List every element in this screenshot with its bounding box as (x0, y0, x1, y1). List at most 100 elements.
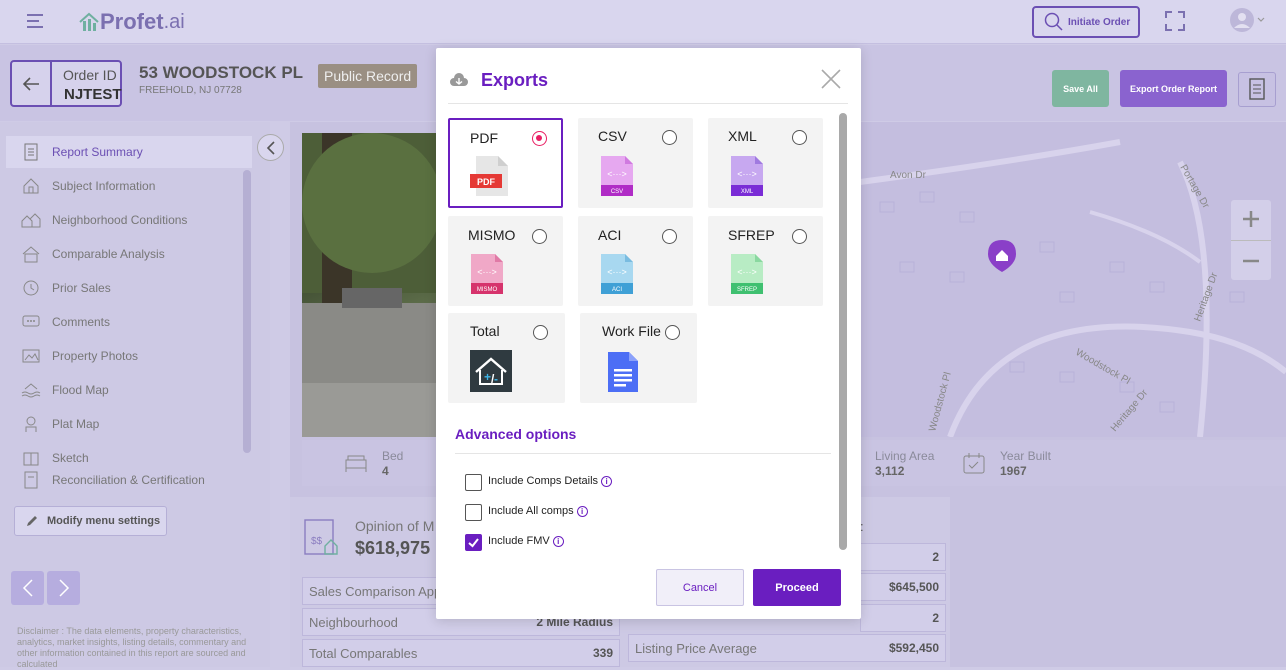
row-value: $645,500 (888, 580, 939, 594)
sidebar-item-comparable-analysis[interactable]: Comparable Analysis (6, 238, 252, 270)
sidebar-item-prior-sales[interactable]: Prior Sales (6, 272, 252, 304)
format-label: MISMO (468, 227, 516, 243)
sidebar-item-label: Property Photos (52, 349, 139, 363)
include-all-comps-checkbox[interactable] (465, 504, 482, 521)
include-fmv-checkbox[interactable] (465, 534, 482, 551)
opinion-title: Opinion of M (355, 518, 435, 534)
radio-work-file[interactable] (665, 325, 680, 340)
sidebar-item-property-photos[interactable]: Property Photos (6, 340, 252, 372)
format-card-total[interactable]: Total + / - (448, 313, 565, 403)
initiate-order-label: Initiate Order (1068, 16, 1131, 28)
sidebar-item-label: Prior Sales (52, 281, 111, 295)
format-card-xml[interactable]: XML <···> XML (708, 118, 823, 208)
radio-sfrep[interactable] (792, 229, 807, 244)
format-card-work-file[interactable]: Work File (580, 313, 697, 403)
zoom-in-button[interactable] (1241, 209, 1261, 229)
property-photo[interactable] (302, 133, 436, 437)
chevron-right-icon (58, 579, 69, 597)
modify-menu-settings-button[interactable]: Modify menu settings (14, 506, 167, 536)
fullscreen-icon[interactable] (1165, 11, 1185, 31)
svg-text:<···>: <···> (737, 169, 757, 179)
collapse-sidebar-button[interactable] (257, 134, 284, 161)
option-label: Include All comps (488, 505, 574, 517)
initiate-order-button[interactable]: Initiate Order (1032, 6, 1140, 38)
format-card-mismo[interactable]: MISMO <···> MISMO (448, 216, 563, 306)
valuation-document-icon: $$ (303, 518, 341, 558)
sidebar-item-neighborhood-conditions[interactable]: Neighborhood Conditions (6, 204, 252, 236)
sidebar-item-reconciliation[interactable]: Reconciliation & Certification (6, 464, 252, 496)
top-bar: Profet .ai Initiate Order (0, 0, 1286, 44)
previous-button[interactable] (11, 571, 44, 605)
export-order-report-button[interactable]: Export Order Report (1120, 70, 1227, 107)
document-button[interactable] (1238, 72, 1276, 107)
sidebar-item-comments[interactable]: Comments (6, 306, 252, 338)
map-pin-icon[interactable] (988, 240, 1016, 272)
sidebar-item-subject-information[interactable]: Subject Information (6, 170, 252, 202)
format-card-csv[interactable]: CSV <···> CSV (578, 118, 693, 208)
svg-text:<···>: <···> (737, 267, 757, 277)
radio-csv[interactable] (662, 130, 677, 145)
modal-scrollbar[interactable] (839, 113, 847, 550)
flood-icon (18, 380, 44, 400)
property-map[interactable]: Avon Dr Portage Dr Heritage Dr Woodstock… (860, 122, 1286, 437)
living-area-label: Living Area (875, 449, 935, 463)
sidebar-item-label: Reconciliation & Certification (52, 473, 205, 487)
sidebar-item-flood-map[interactable]: Flood Map (6, 374, 252, 406)
file-tag: MISMO (477, 287, 498, 293)
chevron-left-icon (22, 579, 33, 597)
radio-xml[interactable] (792, 130, 807, 145)
close-icon[interactable] (820, 68, 842, 90)
svg-text:<···>: <···> (607, 267, 627, 277)
sidebar-item-plat-map[interactable]: Plat Map (6, 408, 252, 440)
bed-value: 4 (382, 464, 389, 478)
logo-house-icon (79, 12, 99, 31)
exports-modal: Exports PDF PDF CSV <···> CSV XML <···> (436, 48, 861, 619)
include-all-comps-option: Include All comps i (488, 505, 588, 517)
order-id-label: Order ID (63, 67, 117, 83)
zoom-divider (1231, 240, 1271, 241)
cancel-button[interactable]: Cancel (656, 569, 744, 606)
info-icon[interactable]: i (601, 475, 613, 487)
radio-total[interactable] (533, 325, 548, 340)
aci-file-icon: <···> ACI (601, 254, 633, 294)
disclaimer-text: Disclaimer : The data elements, property… (17, 626, 247, 669)
order-id-box: Order ID NJTEST (10, 60, 122, 107)
file-tag: PDF (477, 177, 496, 187)
save-all-button[interactable]: Save All (1052, 70, 1109, 107)
modify-menu-label: Modify menu settings (47, 515, 161, 527)
radio-pdf[interactable] (532, 131, 547, 146)
proceed-button[interactable]: Proceed (753, 569, 841, 606)
format-label: CSV (598, 128, 627, 144)
sidebar-item-report-summary[interactable]: Report Summary (6, 136, 252, 168)
include-comps-details-checkbox[interactable] (465, 474, 482, 491)
svg-text:-: - (494, 372, 498, 386)
bed-icon (344, 452, 368, 474)
back-button[interactable] (12, 62, 52, 105)
row-value: 2 (932, 550, 939, 564)
arrow-left-icon (22, 76, 39, 91)
xml-file-icon: <···> XML (731, 156, 763, 196)
property-address: 53 WOODSTOCK PL (139, 63, 304, 82)
modal-title: Exports (481, 70, 549, 90)
sidebar-item-label: Sketch (52, 451, 89, 465)
option-label: Include Comps Details (488, 475, 599, 487)
comparable-icon (18, 244, 44, 264)
table-row: $645,500 (860, 573, 946, 601)
format-card-sfrep[interactable]: SFREP <···> SFREP (708, 216, 823, 306)
info-icon[interactable]: i (552, 535, 564, 547)
radio-mismo[interactable] (532, 229, 547, 244)
property-city: FREEHOLD, NJ 07728 (139, 85, 242, 96)
format-card-aci[interactable]: ACI <···> ACI (578, 216, 693, 306)
info-icon[interactable]: i (576, 505, 588, 517)
plat-icon (18, 414, 44, 434)
radio-aci[interactable] (662, 229, 677, 244)
profet-logo[interactable]: Profet .ai (78, 9, 185, 35)
next-button[interactable] (47, 571, 80, 605)
hamburger-menu-icon[interactable] (27, 13, 45, 29)
report-icon (18, 142, 44, 162)
house-icon (18, 176, 44, 196)
format-card-pdf[interactable]: PDF PDF (448, 118, 563, 208)
csv-file-icon: <···> CSV (601, 156, 633, 196)
zoom-out-button[interactable] (1241, 251, 1261, 271)
avatar[interactable] (1229, 7, 1265, 33)
